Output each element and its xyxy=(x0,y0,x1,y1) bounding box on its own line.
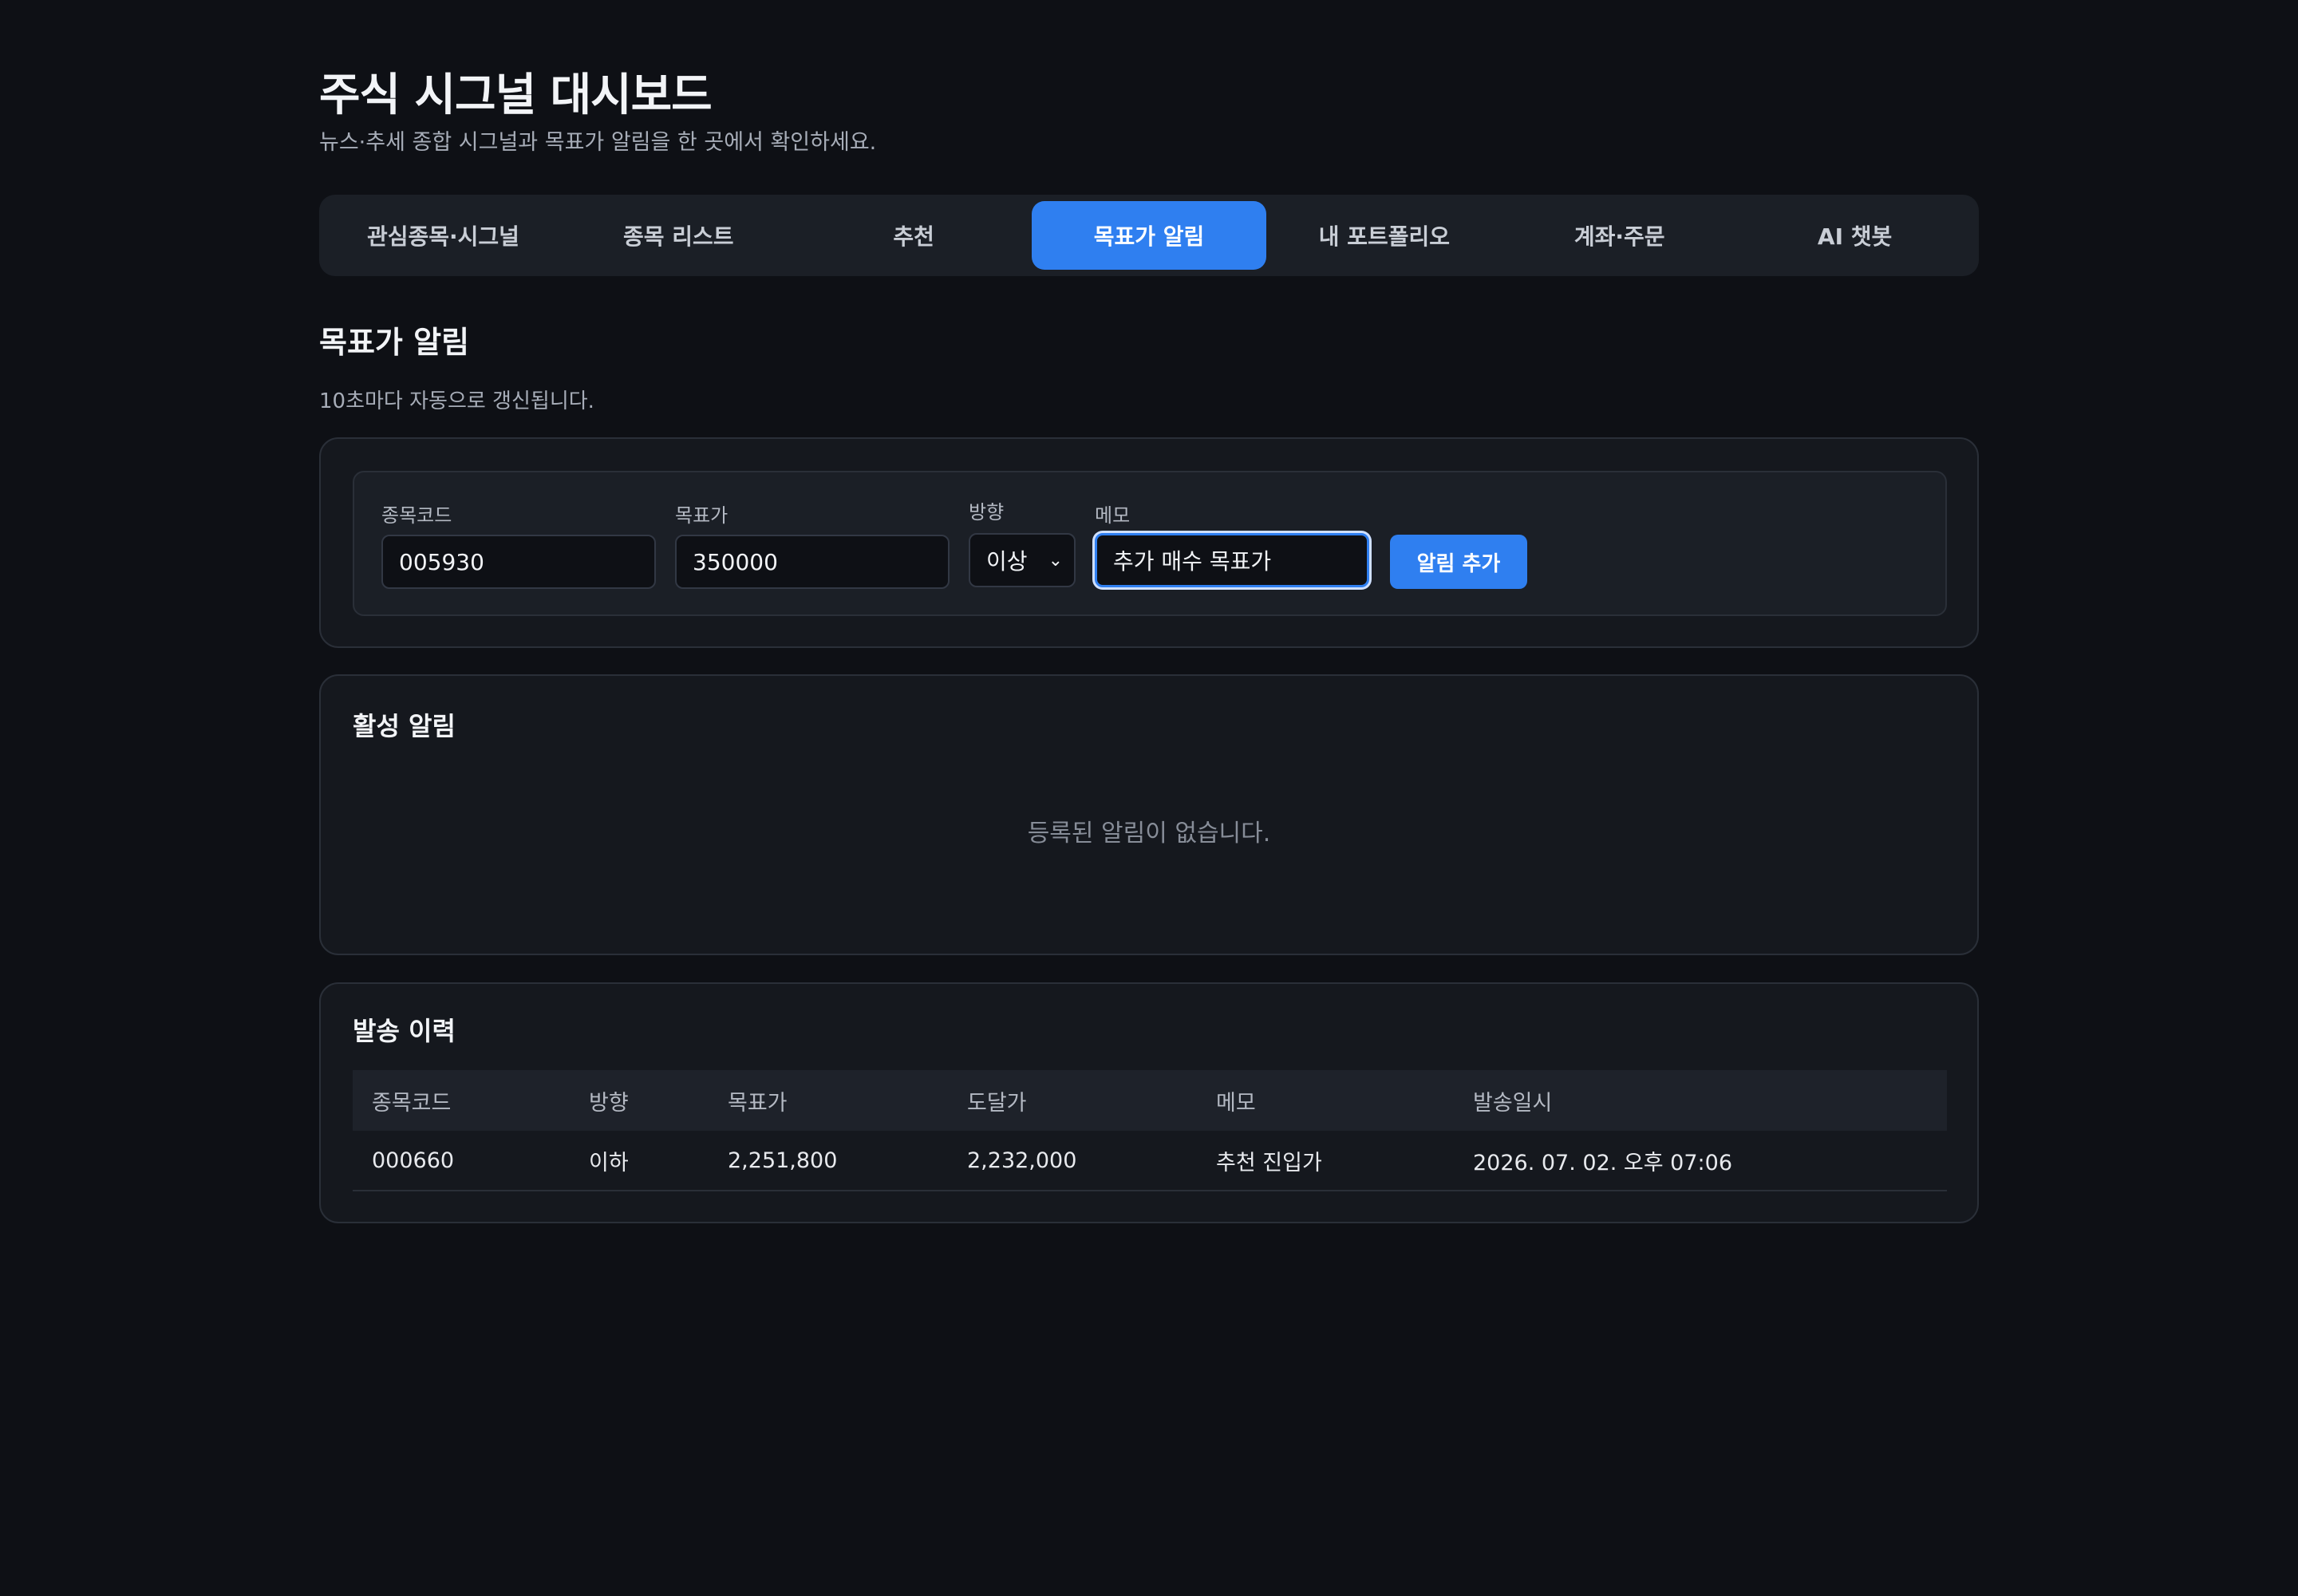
direction-select[interactable]: 이상 ⌄ xyxy=(969,533,1076,587)
table-header: 종목코드 방향 목표가 도달가 메모 발송일시 xyxy=(353,1070,1947,1131)
send-history-title: 발송 이력 xyxy=(353,1016,456,1046)
chevron-down-icon: ⌄ xyxy=(1048,550,1063,571)
direction-value: 이상 xyxy=(986,548,1028,575)
target-price-label: 목표가 xyxy=(675,504,728,527)
cell-direction: 이하 xyxy=(589,1150,629,1175)
tab-target-alert[interactable]: 목표가 알림 xyxy=(1031,201,1267,270)
page-title: 주식 시그널 대시보드 xyxy=(319,69,713,121)
page-subtitle: 뉴스·추세 종합 시그널과 목표가 알림을 한 곳에서 확인하세요. xyxy=(319,130,877,155)
tab-ai-chatbot[interactable]: AI 챗봇 xyxy=(1737,201,1972,270)
refresh-note: 10초마다 자동으로 갱신됩니다. xyxy=(319,389,594,413)
column-header: 도달가 xyxy=(967,1090,1027,1116)
cell-reached-price: 2,232,000 xyxy=(967,1148,1077,1173)
active-alerts-card: 활성 알림 등록된 알림이 없습니다. xyxy=(319,674,1979,955)
alert-form-card: 종목코드 005930 목표가 350000 방향 이상 ⌄ 메모 추가 매수 … xyxy=(319,437,1979,648)
column-header: 목표가 xyxy=(728,1090,788,1116)
column-header: 메모 xyxy=(1216,1090,1256,1116)
tab-account-order[interactable]: 계좌·주문 xyxy=(1502,201,1737,270)
section-title: 목표가 알림 xyxy=(319,325,470,360)
send-history-card: 발송 이력 종목코드 방향 목표가 도달가 메모 발송일시 000660 이하 … xyxy=(319,982,1979,1223)
code-label: 종목코드 xyxy=(381,504,452,527)
active-alerts-title: 활성 알림 xyxy=(353,711,456,741)
memo-label: 메모 xyxy=(1095,504,1131,527)
table-row: 000660 이하 2,251,800 2,232,000 추천 진입가 202… xyxy=(353,1131,1947,1191)
column-header: 발송일시 xyxy=(1473,1090,1553,1116)
history-table: 종목코드 방향 목표가 도달가 메모 발송일시 000660 이하 2,251,… xyxy=(353,1070,1947,1191)
target-price-input[interactable]: 350000 xyxy=(675,535,950,589)
cell-memo: 추천 진입가 xyxy=(1216,1150,1322,1175)
tab-portfolio[interactable]: 내 포트폴리오 xyxy=(1266,201,1502,270)
add-alert-button[interactable]: 알림 추가 xyxy=(1390,535,1527,589)
tab-recommend[interactable]: 추천 xyxy=(796,201,1032,270)
alert-form: 종목코드 005930 목표가 350000 방향 이상 ⌄ 메모 추가 매수 … xyxy=(353,471,1947,616)
cell-target-price: 2,251,800 xyxy=(728,1148,838,1173)
column-header: 종목코드 xyxy=(372,1090,452,1116)
tab-watchlist-signal[interactable]: 관심종목·시그널 xyxy=(326,201,561,270)
column-header: 방향 xyxy=(589,1090,629,1116)
direction-label: 방향 xyxy=(969,501,1005,523)
empty-alerts-message: 등록된 알림이 없습니다. xyxy=(1027,820,1271,847)
cell-stock-code: 000660 xyxy=(372,1148,455,1173)
cell-sent-datetime: 2026. 07. 02. 오후 07:06 xyxy=(1473,1150,1732,1175)
tab-stock-list[interactable]: 종목 리스트 xyxy=(561,201,796,270)
memo-input[interactable]: 추가 매수 목표가 xyxy=(1095,533,1369,587)
stock-code-input[interactable]: 005930 xyxy=(381,535,656,589)
tab-bar: 관심종목·시그널 종목 리스트 추천 목표가 알림 내 포트폴리오 계좌·주문 … xyxy=(319,195,1979,276)
